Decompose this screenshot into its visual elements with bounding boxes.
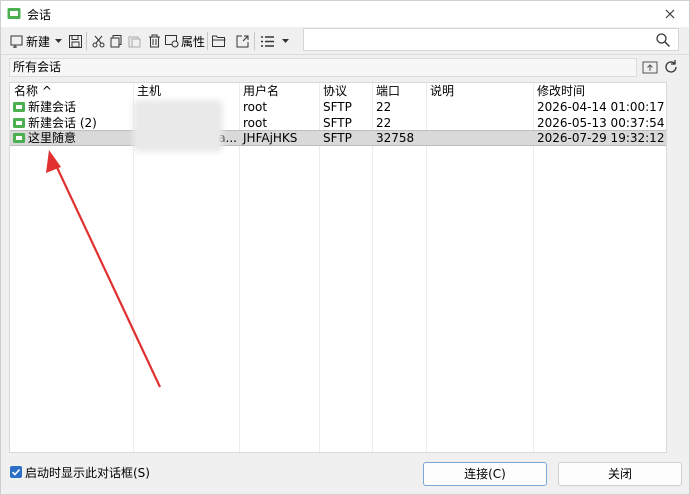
folder-up-icon (642, 61, 658, 74)
toolbar-separator (207, 32, 208, 50)
new-session-icon (10, 35, 23, 48)
session-port: 22 (376, 100, 392, 114)
connect-button[interactable]: 连接(C) (423, 462, 547, 486)
folder-open-icon (212, 35, 226, 47)
paste-button[interactable] (126, 31, 142, 51)
close-window-button[interactable] (653, 1, 687, 27)
session-description (426, 131, 533, 145)
column-header-host[interactable]: 主机 (133, 83, 239, 99)
chevron-down-icon (54, 39, 62, 43)
toolbar-separator (86, 32, 87, 50)
session-user: JHFAjHKS (243, 131, 298, 145)
path-bar: 所有会话 (1, 56, 689, 78)
toolbar-separator (254, 32, 255, 50)
list-view-icon (260, 35, 274, 47)
refresh-button[interactable] (663, 59, 679, 75)
session-description (426, 99, 533, 115)
session-user: root (243, 116, 268, 130)
column-header-description[interactable]: 说明 (426, 83, 533, 99)
title-bar: 会话 (1, 1, 689, 27)
redacted-host-blur (133, 100, 223, 152)
session-protocol: SFTP (323, 131, 352, 145)
chevron-down-icon (281, 39, 289, 43)
breadcrumb[interactable]: 所有会话 (9, 58, 637, 77)
column-header-modified[interactable]: 修改时间 (533, 83, 666, 99)
trash-icon (148, 34, 160, 48)
properties-label: 属性 (181, 34, 206, 49)
close-button[interactable]: 关闭 (558, 462, 682, 486)
save-button[interactable] (67, 31, 83, 51)
properties-icon (165, 34, 179, 47)
session-modified: 2026-04-14 01:00:17 (537, 100, 665, 114)
session-name: 新建会话 (2) (28, 116, 97, 130)
session-folder-icon (7, 6, 21, 20)
properties-button[interactable]: 属性 (165, 31, 205, 51)
window-title: 会话 (27, 8, 52, 22)
new-session-label: 新建 (26, 34, 51, 49)
view-mode-button[interactable] (259, 31, 275, 51)
close-icon (665, 9, 675, 19)
view-mode-dropdown[interactable] (280, 31, 290, 51)
delete-button[interactable] (146, 31, 162, 51)
session-modified: 2026-07-29 19:32:12 (537, 131, 665, 145)
paste-icon (128, 36, 140, 47)
session-port: 22 (376, 116, 392, 130)
session-protocol: SFTP (323, 116, 352, 130)
show-on-startup-checkbox[interactable] (10, 466, 22, 478)
new-session-button[interactable]: 新建 (10, 31, 50, 51)
refresh-icon (665, 60, 677, 73)
session-protocol: SFTP (323, 100, 352, 114)
session-description (426, 115, 533, 131)
checkmark-icon (11, 468, 21, 476)
copy-button[interactable] (108, 31, 124, 51)
new-dropdown-button[interactable] (53, 31, 63, 51)
session-modified: 2026-05-13 00:37:54 (537, 116, 665, 130)
up-folder-button[interactable] (642, 59, 658, 75)
show-on-startup-label[interactable]: 启动时显示此对话框(S) (25, 464, 150, 481)
column-header-port[interactable]: 端口 (372, 83, 426, 99)
column-header-name[interactable]: 名称 ^ (10, 83, 133, 99)
cut-button[interactable] (90, 31, 106, 51)
save-icon (68, 34, 82, 48)
session-user: root (243, 100, 268, 114)
toolbar: 新建 属性 (1, 27, 689, 55)
session-name: 这里随意 (28, 131, 77, 145)
column-header-user[interactable]: 用户名 (239, 83, 319, 99)
session-row-selected[interactable]: 这里随意 a... JHFAjHKS SFTP 32758 2026-07-29… (10, 130, 666, 146)
sessions-dialog: 会话 新建 属性 所有会话 名称 ^ 主机 用户名 协议 端口 说明 修改时间 … (0, 0, 690, 495)
export-icon (236, 35, 248, 47)
copy-icon (110, 34, 121, 47)
session-name: 新建会话 (28, 100, 77, 114)
search-input[interactable] (303, 28, 679, 51)
session-port: 32758 (376, 131, 415, 145)
session-list[interactable]: 名称 ^ 主机 用户名 协议 端口 说明 修改时间 新建会话 root SFTP… (9, 82, 667, 453)
cut-icon (92, 35, 104, 47)
session-row[interactable]: 新建会话 root SFTP 22 2026-04-14 01:00:17 (10, 99, 666, 115)
column-header-protocol[interactable]: 协议 (319, 83, 372, 99)
search-icon[interactable] (656, 33, 670, 50)
session-row[interactable]: 新建会话 (2) root SFTP 22 2026-05-13 00:37:5… (10, 115, 666, 131)
export-button[interactable] (234, 31, 250, 51)
open-folder-button[interactable] (211, 31, 227, 51)
